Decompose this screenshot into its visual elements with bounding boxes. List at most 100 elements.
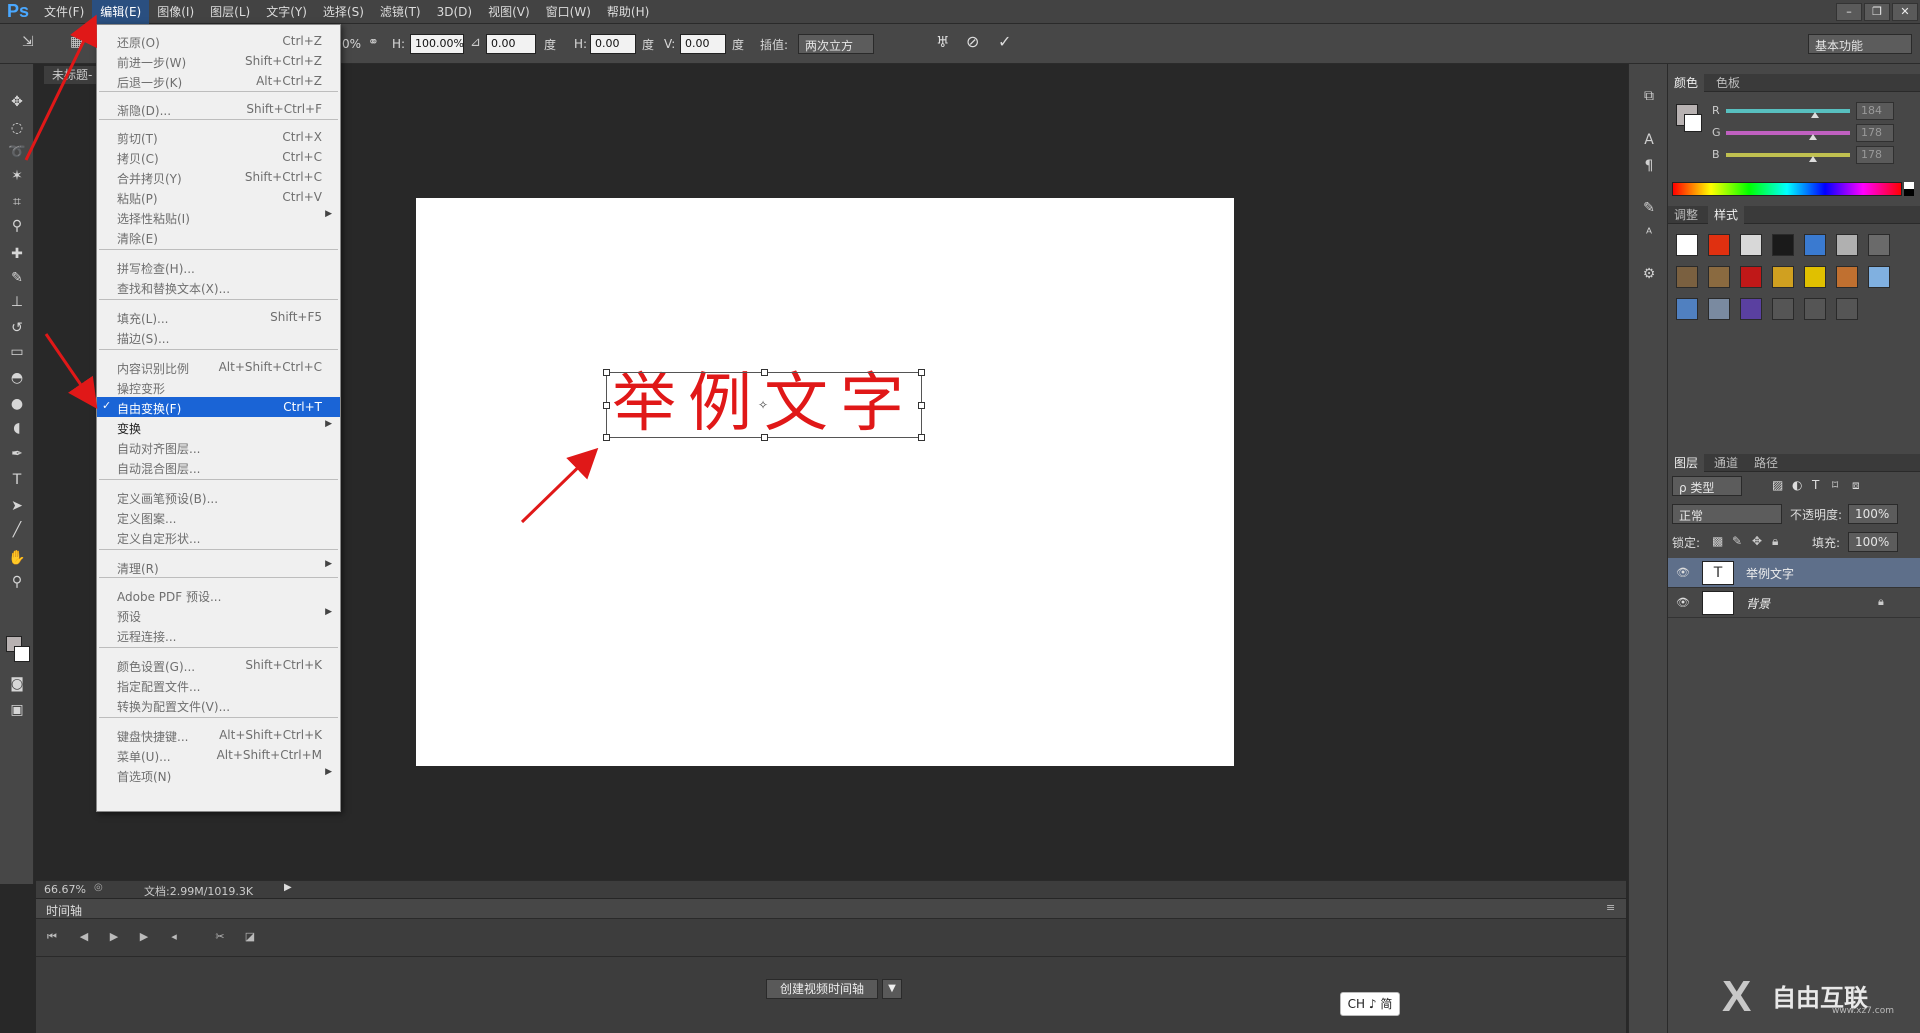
style-swatch[interactable]: [1708, 266, 1730, 288]
edit-menu-item[interactable]: ✓ 自由变换(F) Ctrl+T: [97, 397, 340, 417]
style-swatch[interactable]: [1804, 298, 1826, 320]
line-tool-icon[interactable]: ╱: [7, 520, 27, 540]
lock-transparent-icon[interactable]: ▩: [1712, 534, 1723, 548]
close-button[interactable]: ✕: [1892, 3, 1918, 21]
edit-menu-item[interactable]: 清除(E): [97, 227, 340, 247]
style-swatch[interactable]: [1836, 298, 1858, 320]
transform-handle[interactable]: [603, 369, 610, 376]
tab-styles[interactable]: 样式: [1708, 206, 1745, 224]
history-brush-tool-icon[interactable]: ↺: [7, 318, 27, 338]
lock-pixels-icon[interactable]: ✎: [1732, 534, 1742, 548]
edit-menu-item[interactable]: 首选项(N) ▶: [97, 765, 340, 785]
style-swatch[interactable]: [1772, 266, 1794, 288]
transition-icon[interactable]: ◪: [242, 929, 258, 945]
canvas[interactable]: [416, 198, 1234, 766]
color-spectrum-bar[interactable]: [1672, 182, 1902, 196]
healing-brush-tool-icon[interactable]: ✚: [7, 244, 27, 264]
edit-menu-item[interactable]: 还原(O) Ctrl+Z: [97, 31, 340, 51]
audio-icon[interactable]: ◂: [166, 929, 182, 945]
style-swatch[interactable]: [1676, 234, 1698, 256]
transform-center-icon[interactable]: ✧: [758, 398, 768, 412]
edit-menu-item[interactable]: 远程连接...: [97, 625, 340, 645]
transform-bounding-box[interactable]: ✧: [603, 369, 925, 441]
channel-slider[interactable]: [1726, 153, 1850, 157]
screen-mode-icon[interactable]: ▣: [7, 700, 27, 720]
channel-value[interactable]: 178: [1856, 124, 1894, 142]
layer-filter-select[interactable]: ρ 类型: [1672, 476, 1742, 496]
menu-type[interactable]: 文字(Y): [258, 0, 315, 24]
first-frame-icon[interactable]: ⏮: [44, 929, 60, 945]
glyph-panel-icon[interactable]: ᴬ: [1639, 224, 1659, 244]
brush-tool-icon[interactable]: ✎: [7, 268, 27, 288]
eye-icon[interactable]: 👁︎: [1676, 566, 1690, 580]
menu-help[interactable]: 帮助(H): [599, 0, 657, 24]
interpolation-select[interactable]: 两次立方: [798, 34, 874, 54]
magic-wand-tool-icon[interactable]: ✶: [7, 166, 27, 186]
edit-menu-item[interactable]: 自动混合图层...: [97, 457, 340, 477]
panel-menu-icon[interactable]: ≡: [1606, 901, 1615, 914]
edit-menu-item[interactable]: 内容识别比例 Alt+Shift+Ctrl+C: [97, 357, 340, 377]
menu-file[interactable]: 文件(F): [36, 0, 92, 24]
move-tool-icon[interactable]: ✥: [7, 92, 27, 112]
background-color-swatch[interactable]: [14, 646, 30, 662]
style-swatch[interactable]: [1804, 234, 1826, 256]
tab-swatches[interactable]: 色板: [1710, 74, 1746, 92]
transform-handle[interactable]: [918, 402, 925, 409]
blur-tool-icon[interactable]: ●: [7, 394, 27, 414]
edit-menu-item[interactable]: 预设 ▶: [97, 605, 340, 625]
angle-field[interactable]: 0.00: [486, 34, 536, 54]
hand-tool-icon[interactable]: ✋: [7, 548, 27, 568]
tab-channels[interactable]: 通道: [1708, 454, 1744, 472]
style-swatch[interactable]: [1740, 266, 1762, 288]
menu-filter[interactable]: 滤镜(T): [372, 0, 429, 24]
quick-mask-icon[interactable]: ◙: [7, 674, 27, 694]
transform-tool-icon[interactable]: ⇲: [22, 34, 42, 54]
transform-handle[interactable]: [761, 369, 768, 376]
create-video-timeline-button[interactable]: 创建视频时间轴: [766, 979, 878, 999]
transform-handle[interactable]: [918, 434, 925, 441]
menu-3d[interactable]: 3D(D): [429, 0, 480, 24]
edit-menu-item[interactable]: 描边(S)...: [97, 327, 340, 347]
layer-name[interactable]: 背景: [1746, 595, 1770, 612]
layer-name[interactable]: 举例文字: [1746, 565, 1794, 582]
vskew-field[interactable]: 0.00: [680, 34, 726, 54]
menu-select[interactable]: 选择(S): [315, 0, 372, 24]
transform-handle[interactable]: [603, 402, 610, 409]
edit-menu-item[interactable]: 查找和替换文本(X)...: [97, 277, 340, 297]
dodge-tool-icon[interactable]: ◖: [7, 418, 27, 438]
previous-frame-icon[interactable]: ◀: [76, 929, 92, 945]
marquee-tool-icon[interactable]: ◌: [7, 118, 27, 138]
style-swatch[interactable]: [1676, 266, 1698, 288]
edit-menu-item[interactable]: 合并拷贝(Y) Shift+Ctrl+C: [97, 167, 340, 187]
slider-thumb[interactable]: [1809, 134, 1817, 140]
menu-image[interactable]: 图像(I): [149, 0, 202, 24]
warp-icon[interactable]: ♅: [936, 33, 949, 51]
reference-point-icon[interactable]: ▦: [70, 34, 90, 54]
channel-value[interactable]: 178: [1856, 146, 1894, 164]
edit-menu-item[interactable]: 键盘快捷键... Alt+Shift+Ctrl+K: [97, 725, 340, 745]
blend-mode-select[interactable]: 正常: [1672, 504, 1782, 524]
status-info-icon[interactable]: ◎: [94, 882, 103, 893]
style-swatch[interactable]: [1868, 266, 1890, 288]
slider-thumb[interactable]: [1809, 156, 1817, 162]
edit-menu-item[interactable]: 菜单(U)... Alt+Shift+Ctrl+M: [97, 745, 340, 765]
tab-color[interactable]: 颜色: [1668, 74, 1705, 92]
bg-color-swatch[interactable]: [1684, 114, 1702, 132]
zoom-level[interactable]: 66.67%: [44, 883, 86, 896]
slider-thumb[interactable]: [1811, 112, 1819, 118]
edit-menu-item[interactable]: 定义画笔预设(B)...: [97, 487, 340, 507]
edit-menu-item[interactable]: 变换 ▶: [97, 417, 340, 437]
scissors-icon[interactable]: ✂: [212, 929, 228, 945]
black-swatch[interactable]: [1904, 189, 1914, 196]
link-icon[interactable]: ⚭: [368, 35, 379, 50]
style-swatch[interactable]: [1708, 234, 1730, 256]
style-swatch[interactable]: [1740, 298, 1762, 320]
height-field[interactable]: 100.00%: [410, 34, 464, 54]
filter-type-icon[interactable]: T: [1812, 478, 1819, 492]
style-swatch[interactable]: [1836, 266, 1858, 288]
eye-icon[interactable]: 👁︎: [1676, 596, 1690, 610]
edit-menu-item[interactable]: 操控变形: [97, 377, 340, 397]
stamp-tool-icon[interactable]: ⊥: [7, 292, 27, 312]
edit-menu-item[interactable]: 渐隐(D)... Shift+Ctrl+F: [97, 99, 340, 119]
lock-all-icon[interactable]: 🔒︎: [1772, 534, 1778, 549]
